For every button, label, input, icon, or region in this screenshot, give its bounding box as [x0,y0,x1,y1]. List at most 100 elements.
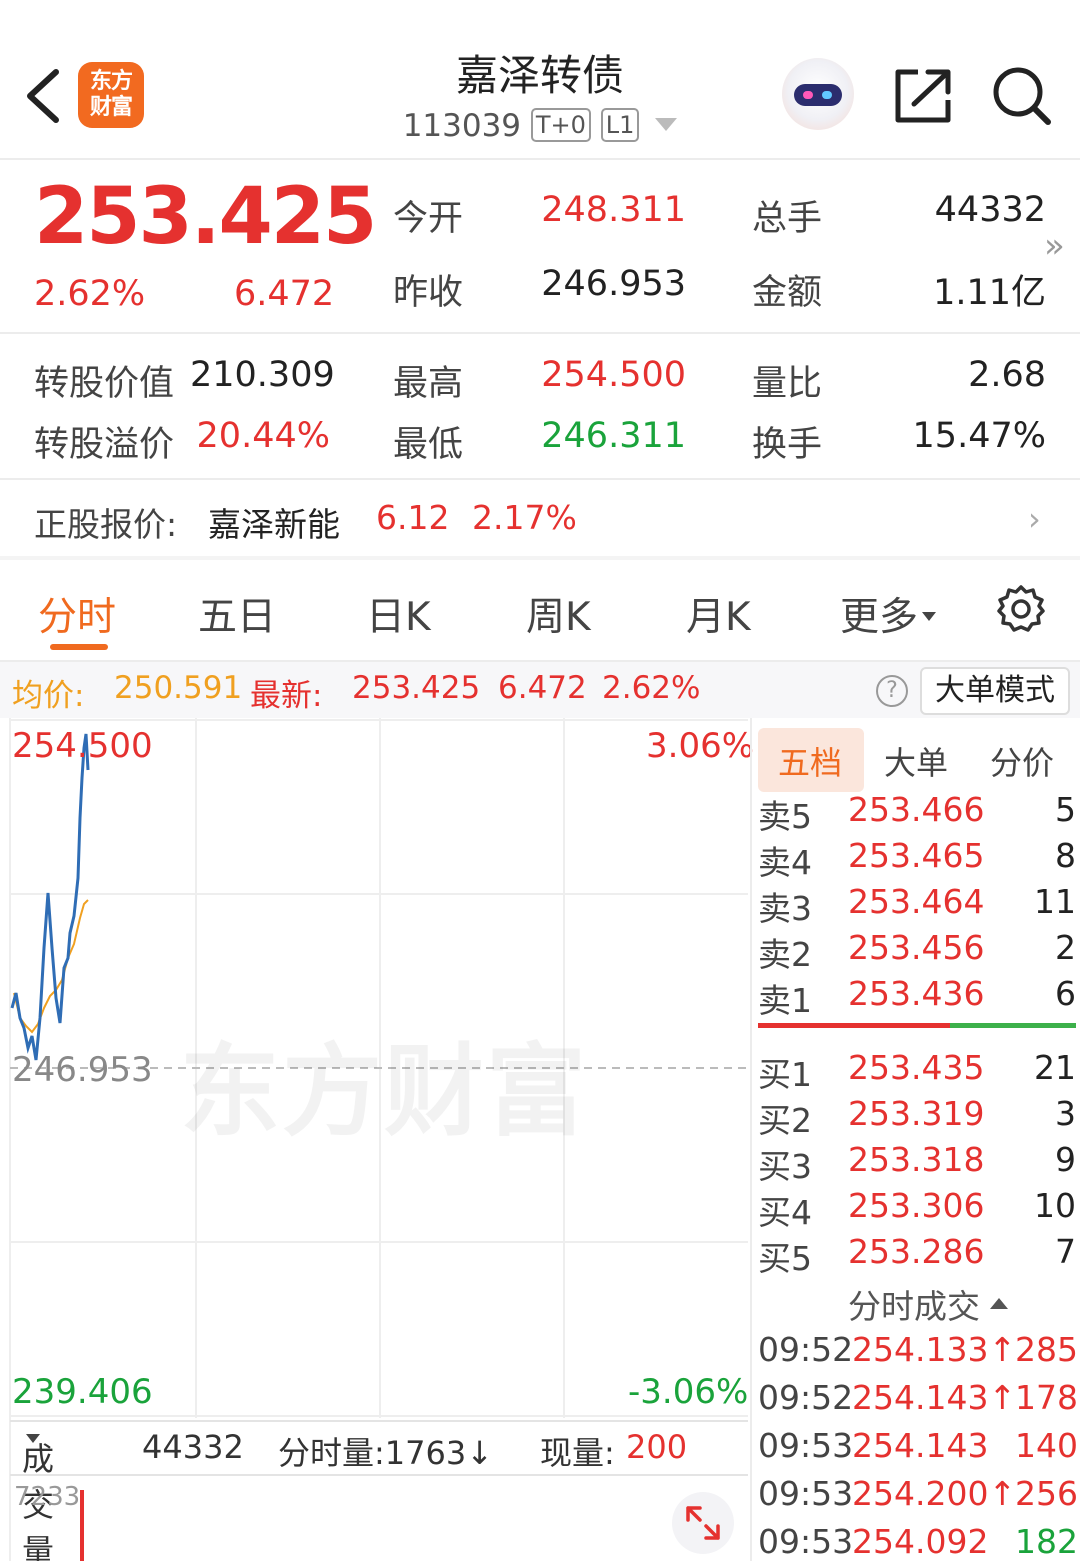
ask-price: 253.436 [848,974,985,1013]
bid-row: 买3 253.318 9 [752,1140,1080,1186]
tab-weekly-k[interactable]: 周K [526,586,591,642]
caret-up-icon [990,1298,1008,1309]
bid-volume: 3 [1055,1094,1076,1133]
avg-price-value: 250.591 [114,670,243,706]
tick-price: 254.092 [852,1522,989,1561]
chart-max-label: 254.500 [12,726,153,766]
bid-price: 253.306 [848,1186,985,1225]
robot-face [794,84,842,106]
robot-eye-left [803,91,813,99]
ai-assistant-icon[interactable] [782,58,854,130]
share-icon[interactable] [892,66,954,126]
amount-value: 1.11亿 [933,273,1046,313]
tick-volume: 256 [1015,1474,1078,1513]
ask-price: 253.466 [848,790,985,829]
tab-five-levels[interactable]: 五档 [778,738,842,784]
logo-text-bottom: 财富 [89,95,133,120]
ask-row: 卖5 253.466 5 [752,790,1080,836]
latest-change: 6.472 [498,670,587,706]
tick-row: 09:53 254.092 182 [752,1522,1080,1561]
latest-value: 253.425 [352,670,481,706]
turnover-label: 换手 [752,425,823,465]
conv-value: 210.309 [190,355,335,395]
bid-row: 买5 253.286 7 [752,1232,1080,1278]
ask-level: 卖4 [758,843,812,882]
tick-time: 09:53 [758,1474,854,1513]
open-label: 今开 [393,199,464,239]
double-chevron-right-icon[interactable]: » [1044,226,1065,266]
tab-daily-k[interactable]: 日K [366,586,431,642]
tab-intraday[interactable]: 分时 [38,586,116,642]
current-price: 253.425 [34,172,377,262]
ask-level: 卖5 [758,797,812,836]
chevron-down-icon[interactable] [655,118,678,131]
security-code-row[interactable]: 113039 T+0 L1 [360,108,720,144]
tick-volume: 140 [1015,1426,1078,1465]
prev-close-label: 昨收 [393,273,464,313]
tick-time: 09:52 [758,1330,854,1369]
tick-price: 254.143↑ [852,1378,1017,1417]
tick-price: 254.200↑ [852,1474,1017,1513]
tick-row: 09:53 254.200↑ 256 [752,1474,1080,1522]
ask-price: 253.456 [848,928,985,967]
bid-row: 买4 253.306 10 [752,1186,1080,1232]
search-icon[interactable] [990,64,1054,128]
open-value: 248.311 [541,190,686,230]
help-icon[interactable]: ? [876,675,908,707]
minute-volume: 分时量:1763↓ [278,1434,494,1472]
bid-level: 买5 [758,1239,812,1278]
bid-level: 买4 [758,1193,812,1232]
tab-price-distribution[interactable]: 分价 [990,738,1054,784]
price-line [10,733,90,1061]
tick-row: 09:52 254.143↑ 178 [752,1378,1080,1426]
watermark-text: 东方财富 [180,1033,588,1150]
tab-big-orders[interactable]: 大单 [884,738,948,784]
avg-price-label: 均价: [12,678,85,714]
vol-ratio-label: 量比 [752,364,823,404]
tick-row: 09:53 254.143 140 [752,1426,1080,1474]
underlying-stock-row[interactable]: 正股报价: 嘉泽新能 6.12 2.17% › [0,480,1080,558]
ask-price: 253.464 [848,882,985,921]
tab-more-label: 更多 [840,595,919,640]
tick-price: 254.133↑ [852,1330,1017,1369]
high-value: 254.500 [541,355,686,395]
fullscreen-button[interactable] [672,1492,734,1554]
low-label: 最低 [393,425,464,465]
turnover-value: 15.47% [912,416,1046,456]
chart-min-pct: -3.06% [628,1372,749,1412]
caret-down-icon [922,612,937,621]
bid-volume: 9 [1055,1140,1076,1179]
gear-icon[interactable] [996,584,1046,634]
order-book-tabs: 五档 大单 分价 [752,726,1080,794]
tick-trades-toggle[interactable]: 分时成交 [848,1280,1008,1328]
tab-monthly-k[interactable]: 月K [686,586,751,642]
ask-price: 253.465 [848,836,985,875]
tab-more[interactable]: 更多 [840,586,937,642]
chart-mid-label: 246.953 [12,1050,153,1090]
underlying-label: 正股报价: [34,505,178,544]
underlying-name: 嘉泽新能 [208,505,340,544]
ask-row: 卖3 253.464 11 [752,882,1080,928]
robot-eye-right [822,91,832,99]
back-arrow-icon[interactable] [22,68,62,124]
app-logo[interactable]: 东方 财富 [78,62,144,128]
ask-row: 卖2 253.456 2 [752,928,1080,974]
bid-volume: 7 [1055,1232,1076,1271]
ask-row: 卖1 253.436 6 [752,974,1080,1020]
change-amount: 6.472 [234,274,335,314]
quote-divider [0,332,1080,334]
tab-five-day[interactable]: 五日 [198,586,276,642]
chart-min-label: 239.406 [12,1372,153,1412]
tick-row: 09:52 254.133↑ 285 [752,1330,1080,1378]
volume-header: 成交量 44332 分时量:1763↓ 现量: 200 [10,1420,748,1561]
order-book-panel: 五档 大单 分价 卖5 253.466 5 卖4 253.465 8 卖3 253.464… [750,718,1080,1561]
volume-label: 总手 [752,199,823,239]
prev-close-value: 246.953 [541,264,686,304]
tick-trades-title: 分时成交 [848,1287,980,1326]
sell-strength-bar [758,1023,950,1028]
bid-price: 253.319 [848,1094,985,1133]
volume-axis-max: 7233 [14,1482,81,1512]
ask-row: 卖4 253.465 8 [752,836,1080,882]
big-order-mode-button[interactable]: 大单模式 [920,667,1070,715]
level-tag: L1 [600,108,640,142]
